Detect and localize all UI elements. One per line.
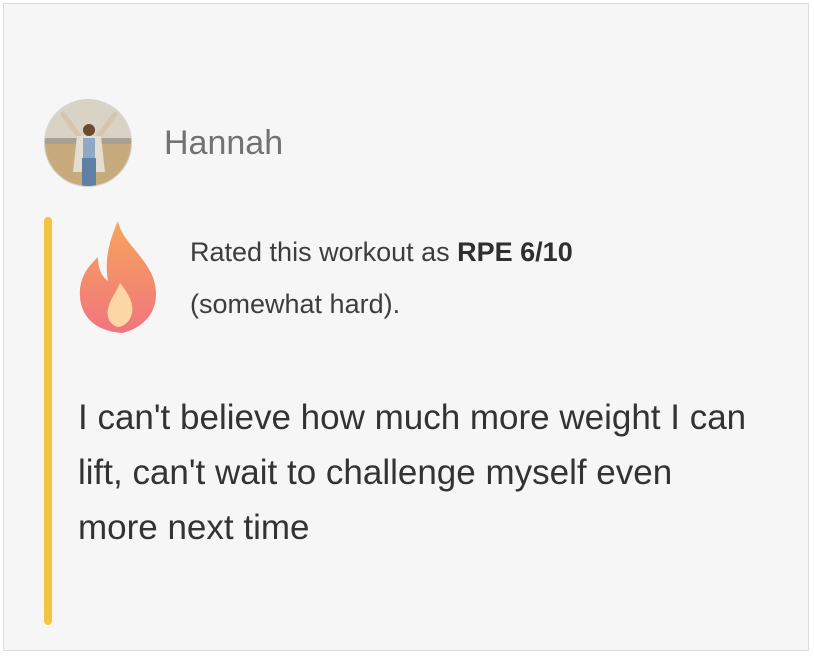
flame-icon	[79, 221, 157, 333]
rating-description: (somewhat hard).	[190, 289, 401, 319]
username[interactable]: Hannah	[164, 124, 283, 163]
comment-text: I can't believe how much more weight I c…	[78, 398, 747, 547]
rpe-rating-text: Rated this workout as RPE 6/10 (somewhat…	[190, 226, 750, 330]
comment-header: Hannah	[44, 99, 283, 187]
workout-comment-card: Hannah Rated this workout as RPE 6/10 (s…	[3, 3, 809, 651]
accent-bar	[44, 217, 52, 625]
rpe-value: RPE 6/10	[457, 237, 573, 267]
avatar-photo	[45, 100, 131, 186]
rating-prefix: Rated this workout as	[190, 237, 458, 267]
avatar[interactable]	[44, 99, 132, 187]
